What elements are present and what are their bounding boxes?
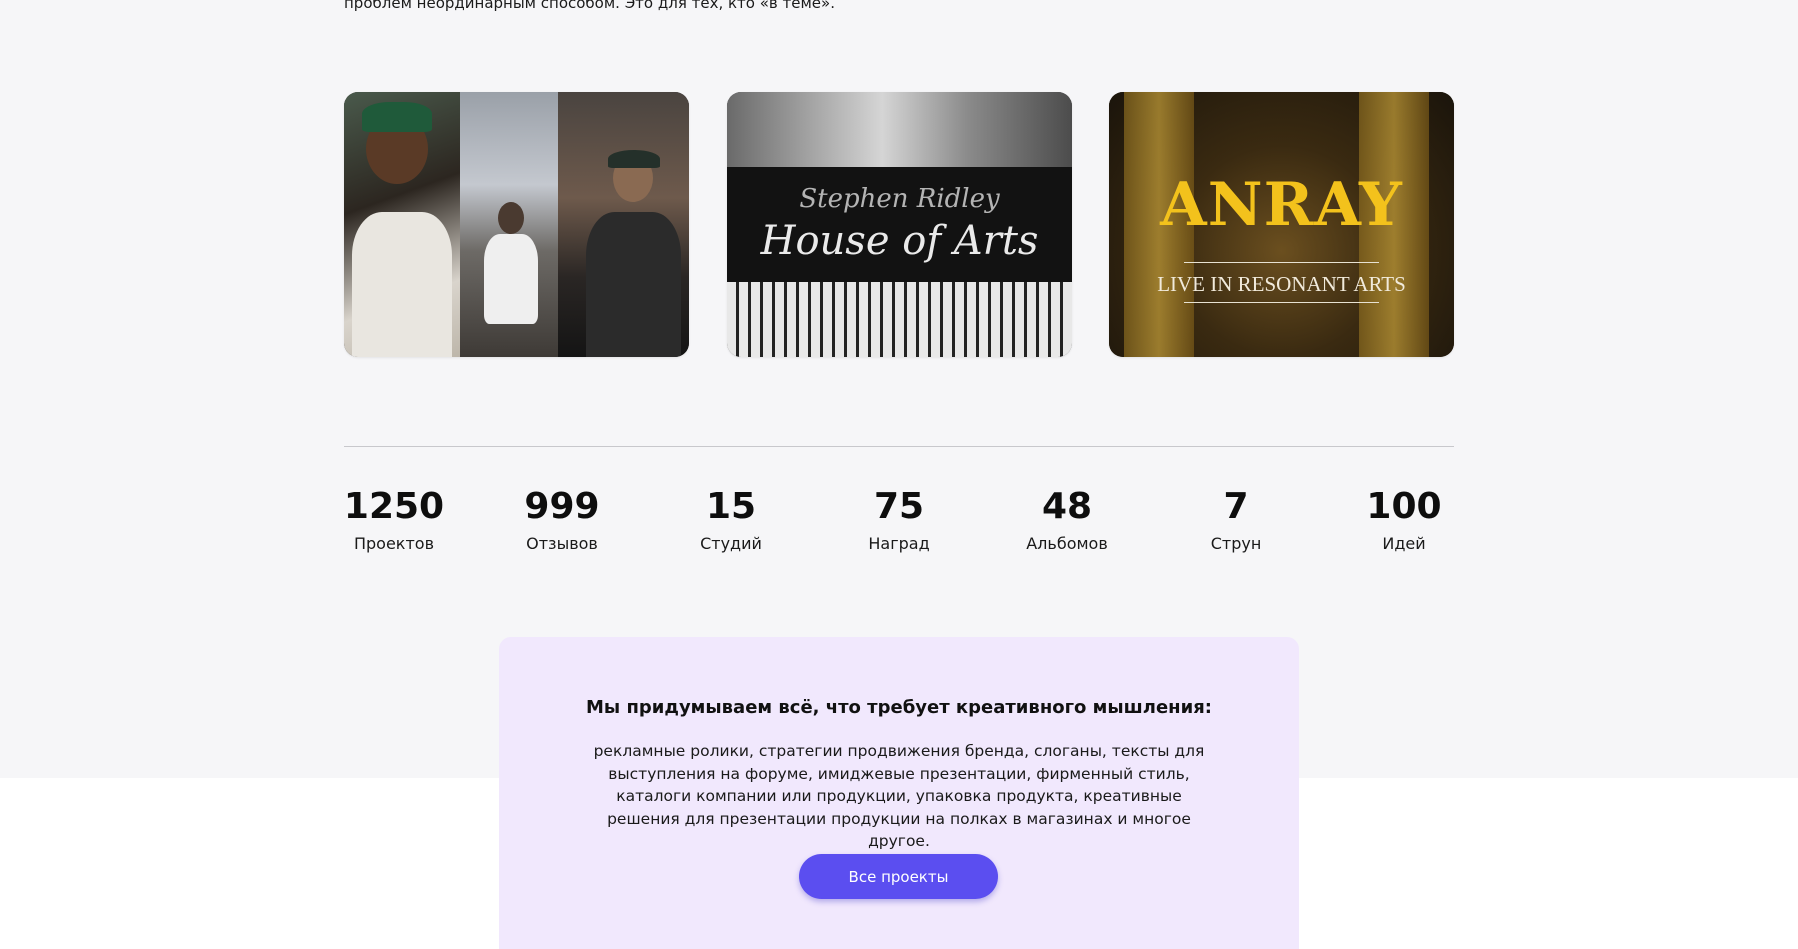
stat-value: 1250 [343, 486, 445, 527]
piano-keys-image [727, 282, 1072, 357]
stat-value: 48 [1041, 486, 1093, 527]
card-script-large: House of Arts [760, 218, 1039, 264]
stat-label: Студий [700, 534, 762, 553]
stat-label: Идей [1382, 534, 1426, 553]
stat-label: Струн [1210, 534, 1262, 553]
stat-label: Проектов [353, 534, 435, 553]
stat-albums: 48 Альбомов [1012, 484, 1122, 553]
stat-ideas: 100 Идей [1349, 484, 1459, 553]
card-title-anray: ANRAY [1160, 170, 1403, 240]
stat-value: 75 [873, 486, 925, 527]
title-rule-top [1184, 262, 1379, 263]
card-subtitle-anray: LIVE IN RESONANT ARTS [1157, 272, 1406, 296]
project-card-anray[interactable]: ANRAY LIVE IN RESONANT ARTS [1109, 92, 1454, 357]
stat-studios: 15 Студий [676, 484, 786, 553]
title-rule-bottom [1184, 302, 1379, 303]
card-script-small: Stephen Ridley [799, 184, 1000, 214]
photo-panel-man-cap [558, 92, 689, 357]
stat-value: 15 [705, 486, 757, 527]
stat-strings: 7 Струн [1181, 484, 1291, 553]
stat-projects: 1250 Проектов [339, 484, 449, 553]
cta-title: Мы придумываем всё, что требует креативн… [586, 697, 1212, 718]
cta-description: рекламные ролики, стратегии продвижения … [593, 742, 1205, 850]
stat-value: 7 [1223, 486, 1249, 527]
photo-panel-singer [344, 92, 460, 357]
stat-value: 100 [1366, 486, 1442, 527]
photo-panel-woman [460, 92, 558, 357]
pianist-photo-top [727, 92, 1072, 167]
project-card-musicians[interactable] [344, 92, 689, 357]
stat-label: Наград [868, 534, 930, 553]
stat-label: Отзывов [526, 534, 598, 553]
stat-label: Альбомов [1026, 534, 1108, 553]
cta-section: Мы придумываем всё, что требует креативн… [499, 637, 1299, 949]
all-projects-button[interactable]: Все проекты [799, 854, 998, 899]
intro-text: проблем неординарным способом. Это для т… [344, 0, 835, 12]
stat-awards: 75 Наград [844, 484, 954, 553]
stat-reviews: 999 Отзывов [507, 484, 617, 553]
section-divider [344, 446, 1454, 447]
stat-value: 999 [524, 486, 600, 527]
project-card-house-of-arts[interactable]: Stephen Ridley House of Arts [727, 92, 1072, 357]
